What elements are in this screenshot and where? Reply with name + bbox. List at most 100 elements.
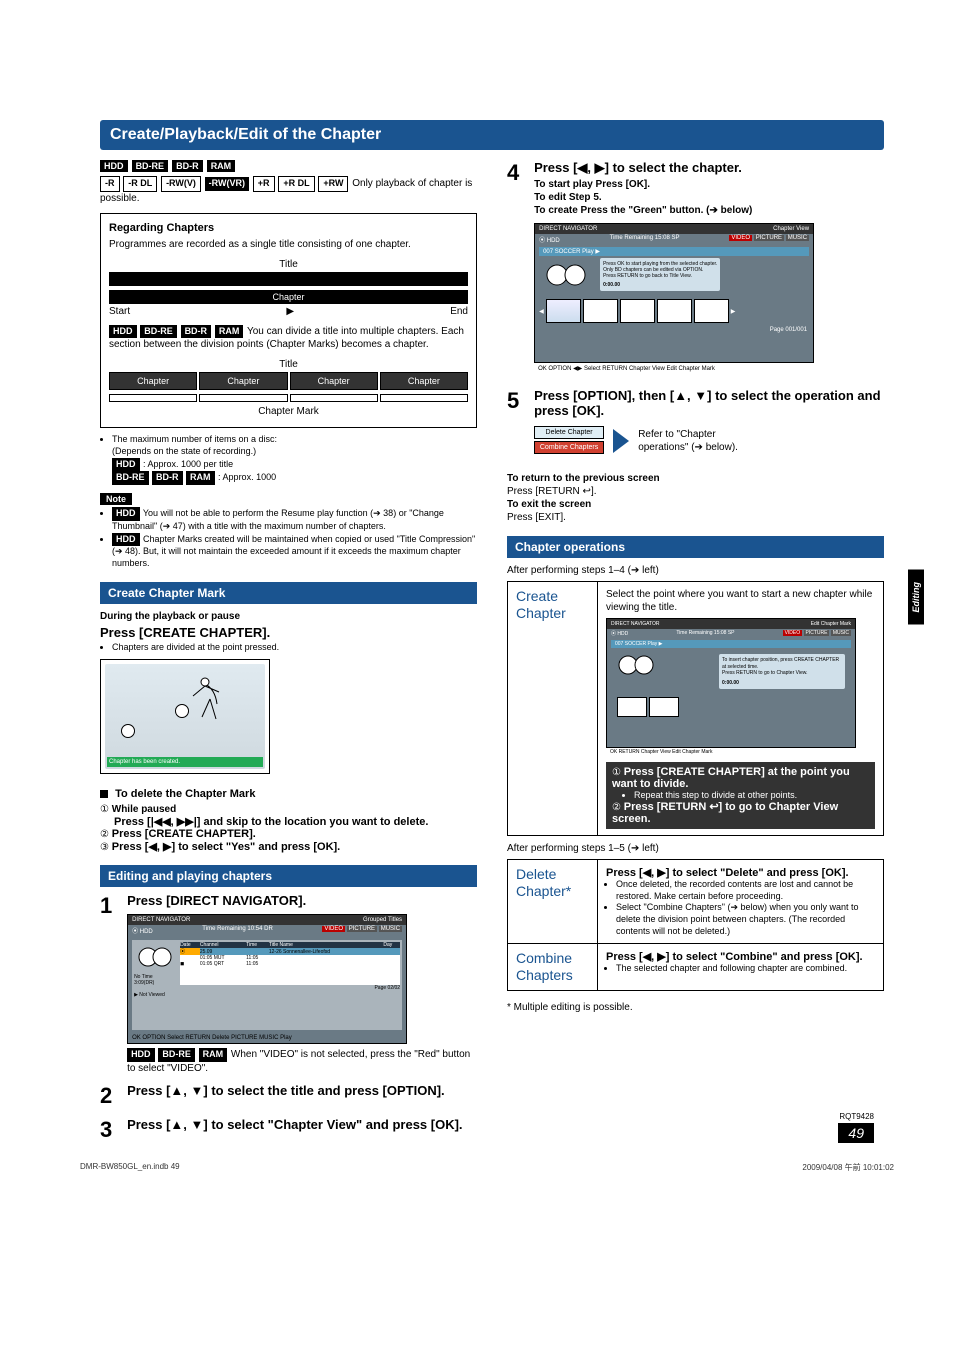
- arrow-icon: [613, 429, 629, 453]
- badge: HDD: [127, 1048, 155, 1062]
- disc-notes: The maximum number of items on a disc: (…: [100, 434, 477, 485]
- circled-1-icon: ①: [100, 804, 109, 815]
- side-tab-editing: Editing: [908, 570, 924, 625]
- media-badges-1: HDD BD-RE BD-R RAM: [100, 160, 477, 172]
- chapter-operations-heading: Chapter operations: [507, 536, 884, 558]
- chapter-bar: Chapter: [109, 290, 468, 304]
- badge-bdre: BD-RE: [132, 160, 169, 172]
- cv-thumb[interactable]: [620, 299, 655, 323]
- badge: BD-RE: [140, 325, 177, 339]
- badge: HDD: [109, 325, 137, 339]
- step-4-sub3: To create Press the "Green" button. (➔ b…: [534, 204, 883, 217]
- nav-footer: OK OPTION Select RETURN Delete PICTURE M…: [132, 1035, 402, 1041]
- create-s2: Press [RETURN ↩] to go to Chapter View s…: [612, 801, 838, 825]
- delete-s2: Press [CREATE CHAPTER].: [112, 828, 256, 840]
- ecp-info1: To insert chapter position, press CREATE…: [722, 657, 842, 670]
- badge: RAM: [186, 471, 215, 485]
- create-chapter-mark-heading: Create Chapter Mark: [100, 582, 477, 604]
- badge-hdd: HDD: [100, 160, 128, 172]
- cv-info3: Press RETURN to go back to Title View.: [603, 273, 717, 279]
- tab-music[interactable]: MUSIC: [379, 926, 402, 932]
- exit: Press [EXIT].: [507, 511, 884, 524]
- cv-thumb[interactable]: [694, 299, 729, 323]
- circled-2-icon: ②: [100, 829, 109, 840]
- prev-icon[interactable]: ◀: [539, 308, 544, 315]
- ecp-time: Time Remaining 15:08 SP: [676, 630, 734, 637]
- badge-bdr: BD-R: [172, 160, 203, 172]
- combine-chapters-button[interactable]: Combine Chapters: [534, 441, 604, 454]
- cv-hdd: HDD: [547, 238, 560, 244]
- footnote: * Multiple editing is possible.: [507, 1001, 884, 1014]
- ecp-thumb[interactable]: [649, 697, 679, 717]
- delete-chapter-button[interactable]: Delete Chapter: [534, 426, 604, 439]
- delete-s3: Press [◀, ▶] to select "Yes" and press […: [112, 841, 340, 853]
- tab-music[interactable]: MUSIC: [786, 235, 809, 241]
- step-3-number: 3: [100, 1117, 124, 1143]
- create-s1-note: Repeat this step to divide at other poin…: [634, 790, 869, 800]
- disc-intro: The maximum number of items on a disc:: [112, 434, 277, 444]
- after14: After performing steps 1–4 (➔ left): [507, 564, 884, 577]
- step-5-title: Press [OPTION], then [▲, ▼] to select th…: [534, 388, 883, 418]
- return-prev-h: To return to the previous screen: [507, 472, 884, 485]
- badge-rwv: -RW(V): [161, 176, 201, 192]
- start-label: Start: [109, 306, 130, 317]
- footer-right: 2009/04/08 午前 10:01:02: [802, 1162, 894, 1173]
- return-prev: Press [RETURN ↩].: [507, 485, 884, 498]
- cv-time: Time Remaining 15:08 SP: [610, 235, 680, 244]
- end-label: End: [450, 306, 468, 317]
- ecp-thumb[interactable]: [617, 697, 647, 717]
- regarding-desc: Programmes are recorded as a single titl…: [109, 238, 468, 251]
- op-ref: Refer to "Chapter operations" (➔ below).: [638, 428, 768, 454]
- circled-1-icon: ①: [612, 767, 621, 778]
- nav-grouped: Grouped Titles: [363, 917, 402, 923]
- arrow-icon: ▶: [286, 306, 294, 317]
- cv-footer: OK OPTION ◀▶ Select RETURN Chapter View …: [534, 363, 814, 374]
- chapter-created-toast: Chapter has been created.: [107, 757, 263, 767]
- next-icon[interactable]: ▶: [731, 308, 736, 315]
- cv-page: Page 001/001: [535, 327, 813, 333]
- tab-video[interactable]: VIDEO: [729, 235, 752, 241]
- s1-label: While paused: [112, 804, 176, 815]
- title-label2: Title: [109, 359, 468, 370]
- square-bullet-icon: [100, 790, 108, 798]
- soccer-illustration: Chapter has been created.: [100, 659, 270, 774]
- note-list: HDD You will not be able to perform the …: [100, 507, 477, 569]
- title-label: Title: [109, 259, 468, 270]
- tab-music[interactable]: MUSIC: [831, 630, 851, 636]
- hdd-text: : Approx. 1000 per title: [143, 459, 233, 469]
- mark-cell: [109, 394, 197, 402]
- cv-thumb[interactable]: [657, 299, 692, 323]
- disc-depends: (Depends on the state of recording.): [112, 446, 256, 456]
- badge-ram: RAM: [207, 160, 236, 172]
- nav-note-row: HDD BD-RE RAM When "VIDEO" is not select…: [127, 1048, 476, 1075]
- chapter-mark-label: Chapter Mark: [109, 406, 468, 417]
- cv-thumb[interactable]: [546, 299, 581, 323]
- create-chapter-label: Create Chapter: [508, 582, 598, 836]
- chapter-cell: Chapter: [380, 372, 468, 390]
- regarding-chapters-box: Regarding Chapters Programmes are record…: [100, 213, 477, 429]
- tab-picture[interactable]: PICTURE: [754, 235, 784, 241]
- step-2-number: 2: [100, 1083, 124, 1109]
- tab-picture[interactable]: PICTURE: [347, 926, 377, 932]
- badge: RAM: [215, 325, 244, 339]
- tab-picture[interactable]: PICTURE: [804, 630, 830, 636]
- footer-left: DMR-BW850GL_en.indb 49: [80, 1162, 180, 1173]
- nav-title: DIRECT NAVIGATOR: [132, 917, 190, 923]
- note-b1: You will not be able to perform the Resu…: [112, 508, 444, 531]
- step-5-number: 5: [507, 388, 531, 414]
- step-4-title: Press [◀, ▶] to select the chapter.: [534, 160, 883, 176]
- nav-table: No Time 3:09(DR) ▶ Not Viewed Date Chann…: [132, 940, 402, 1030]
- badge: BD-R: [152, 471, 183, 485]
- tab-video[interactable]: VIDEO: [322, 926, 345, 932]
- combine-b1: The selected chapter and following chapt…: [616, 963, 875, 975]
- ecp-title: DIRECT NAVIGATOR: [611, 621, 660, 627]
- editing-heading: Editing and playing chapters: [100, 865, 477, 887]
- tab-video[interactable]: VIDEO: [783, 630, 803, 636]
- cv-thumb[interactable]: [583, 299, 618, 323]
- media-badges-2: -R -R DL -RW(V) -RW(VR) +R +R DL +RW Onl…: [100, 176, 477, 205]
- circled-3-icon: ③: [100, 842, 109, 853]
- step-4-number: 4: [507, 160, 531, 186]
- badge-prdl: +R DL: [278, 176, 314, 192]
- edit-chapter-panel: DIRECT NAVIGATOR Edit Chapter Mark ⦿ HDD…: [606, 618, 856, 748]
- ecp-info2: Press RETURN to go to Chapter View.: [722, 670, 842, 677]
